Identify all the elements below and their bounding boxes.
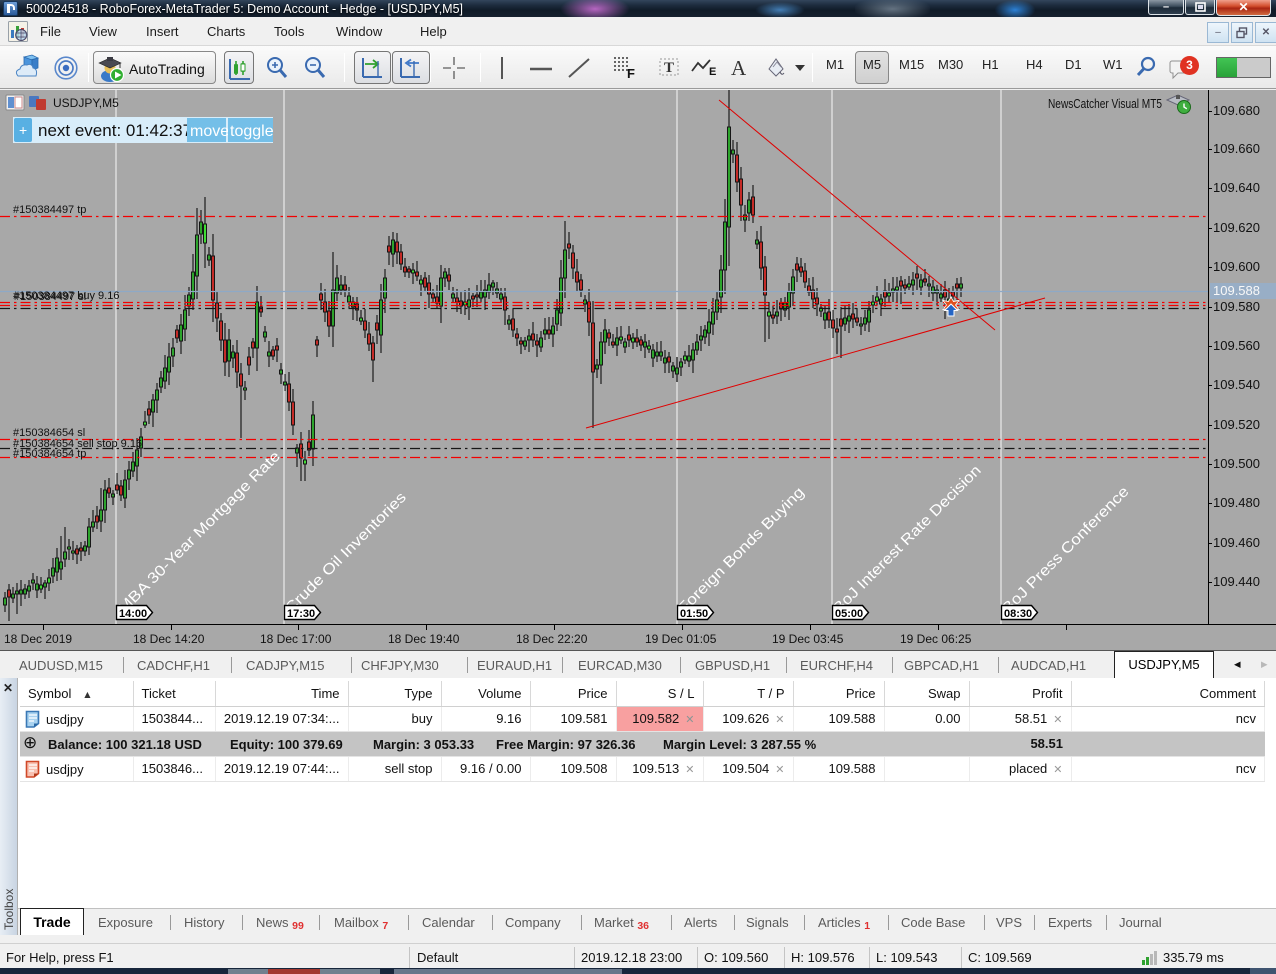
- svg-text:+: +: [19, 122, 27, 138]
- svg-text:#150384654 tp: #150384654 tp: [13, 448, 86, 460]
- svg-text:Crude Oil Inventories: Crude Oil Inventories: [282, 489, 410, 617]
- svg-text:17:30: 17:30: [287, 608, 315, 620]
- svg-text:#150384497 sl: #150384497 sl: [14, 291, 86, 303]
- svg-text:MBA 30-Year Mortgage Rate: MBA 30-Year Mortgage Rate: [115, 448, 284, 617]
- svg-text:14:00: 14:00: [119, 608, 147, 620]
- svg-text:move: move: [190, 123, 229, 140]
- svg-text:BoJ Press Conference: BoJ Press Conference: [999, 483, 1133, 617]
- svg-text:Foreign Bonds Buying: Foreign Bonds Buying: [675, 484, 808, 617]
- svg-text:BoJ Interest Rate Decision: BoJ Interest Rate Decision: [830, 462, 985, 617]
- svg-text:01:50: 01:50: [680, 608, 708, 620]
- svg-text:toggle: toggle: [230, 123, 274, 140]
- svg-text:USDJPY,M5: USDJPY,M5: [53, 96, 119, 110]
- svg-text:08:30: 08:30: [1004, 608, 1032, 620]
- svg-text:A: A: [731, 56, 747, 80]
- svg-text:05:00: 05:00: [835, 608, 863, 620]
- svg-text:F: F: [627, 66, 635, 81]
- svg-text:T: T: [664, 60, 674, 76]
- svg-text:#150384497 tp: #150384497 tp: [13, 204, 86, 216]
- svg-text:NewsCatcher Visual MT5: NewsCatcher Visual MT5: [1048, 96, 1162, 111]
- svg-text:E: E: [709, 66, 716, 78]
- svg-text:next event: 01:42:37: next event: 01:42:37: [38, 121, 192, 140]
